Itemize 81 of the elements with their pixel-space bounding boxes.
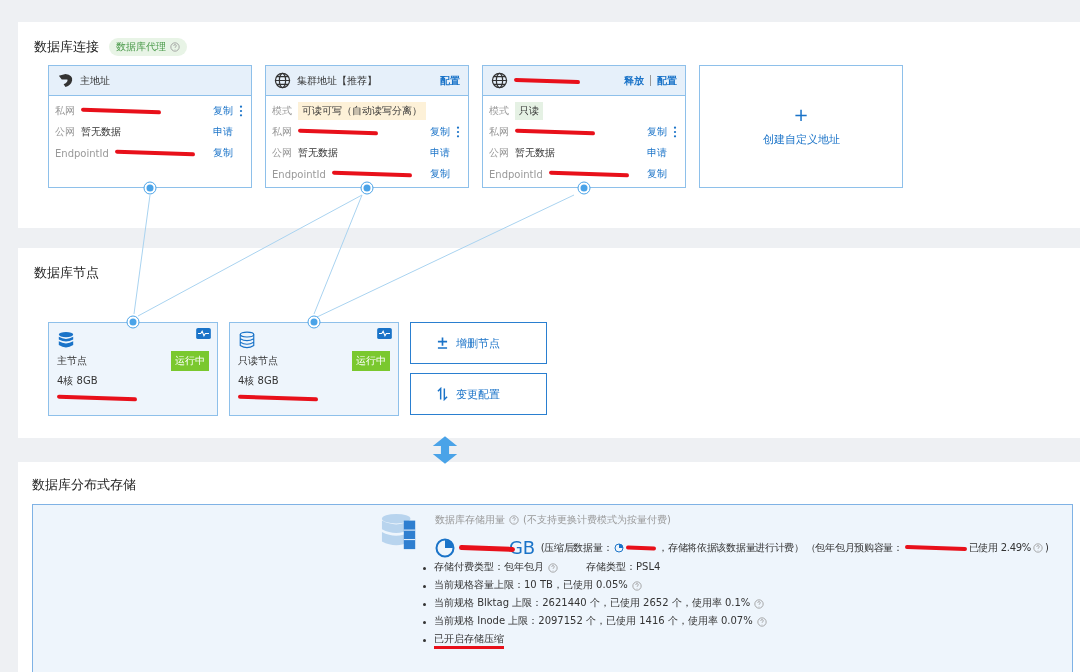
action-link[interactable]: 复制	[647, 125, 667, 139]
help-icon[interactable]	[548, 563, 558, 573]
action-link[interactable]: 申请	[430, 146, 450, 160]
help-icon[interactable]	[754, 599, 765, 609]
field-label: 模式	[489, 104, 509, 118]
header-link[interactable]: 释放	[624, 73, 644, 88]
usage-label: 数据库存储用量	[435, 513, 505, 527]
bird-icon	[57, 72, 74, 89]
redaction-mark	[626, 545, 657, 550]
field-label: 模式	[272, 104, 292, 118]
port-icon	[307, 315, 321, 329]
help-icon[interactable]	[631, 581, 642, 591]
info-item: 已开启存储压缩	[434, 631, 504, 649]
action-link[interactable]: 复制	[213, 104, 233, 118]
field-value: 暂无数据	[81, 125, 121, 139]
field-value: 暂无数据	[515, 146, 555, 160]
help-icon[interactable]	[756, 617, 767, 627]
info-item: 当前规格 Inode 上限：2097152 个，已使用 1416 个，使用率 0.07%	[434, 613, 753, 628]
node-name: 主节点	[57, 354, 87, 368]
status-badge: 运行中	[171, 351, 209, 371]
pie-chart-icon	[614, 542, 625, 553]
field-label: EndpointId	[489, 168, 543, 180]
info-item: 当前规格容量上限：10 TB，已使用 0.05%	[434, 577, 628, 592]
proxy-tag[interactable]: 数据库代理	[109, 38, 187, 56]
action-link[interactable]: 申请	[213, 125, 233, 139]
field-label: 公网	[55, 125, 75, 139]
globe-icon	[491, 72, 508, 89]
pie-chart-icon	[435, 537, 455, 558]
action-link[interactable]: 申请	[647, 146, 667, 160]
info-item: 存储付费类型：包年包月	[434, 559, 544, 574]
field-label: EndpointId	[55, 147, 109, 159]
node-name: 只读节点	[238, 354, 278, 368]
action-link[interactable]: 复制	[430, 125, 450, 139]
closing-paren: )	[1045, 542, 1049, 553]
redaction-mark	[513, 77, 581, 84]
node-action-button[interactable]: 增删节点	[410, 322, 547, 364]
field-label: 公网	[489, 146, 509, 160]
create-address-button[interactable]: + 创建自定义地址	[699, 65, 903, 188]
mode-tag: 只读	[515, 102, 543, 120]
field-label: EndpointId	[272, 168, 326, 180]
section-title: 数据库连接	[34, 38, 99, 56]
globe-icon	[274, 72, 291, 89]
prepaid-label: （包年包月预购容量：	[805, 540, 903, 555]
compressed-label: (压缩后数据量：	[540, 540, 613, 555]
port-icon	[126, 315, 140, 329]
field-label: 私网	[272, 125, 292, 139]
monitor-icon[interactable]	[196, 328, 211, 339]
node-spec: 4核 8GB	[57, 374, 99, 388]
action-link[interactable]: 复制	[430, 167, 450, 181]
header-link[interactable]: 配置	[657, 73, 677, 88]
more-icon[interactable]	[239, 105, 243, 117]
action-link[interactable]: 复制	[647, 167, 667, 181]
help-icon[interactable]	[170, 42, 180, 52]
node-card[interactable]: 主节点 运行中 4核 8GB	[48, 322, 218, 416]
field-label: 私网	[489, 125, 509, 139]
node-action-button[interactable]: 变更配置	[410, 373, 547, 415]
node-spec: 4核 8GB	[238, 374, 280, 388]
more-icon[interactable]	[456, 126, 460, 138]
more-icon[interactable]	[673, 126, 677, 138]
section-title: 数据库分布式存储	[32, 476, 136, 494]
node-card[interactable]: 只读节点 运行中 4核 8GB	[229, 322, 399, 416]
field-label: 公网	[272, 146, 292, 160]
card-title: 主地址	[80, 73, 110, 88]
field-value: 暂无数据	[298, 146, 338, 160]
action-link[interactable]: 复制	[213, 146, 233, 160]
usage-percent: 已使用 2.49%	[968, 540, 1031, 555]
info-item: 存储类型：PSL4	[586, 559, 661, 574]
billing-note: ，存储将依据该数据量进行计费）	[658, 540, 804, 555]
header-link[interactable]: 配置	[440, 73, 460, 88]
usage-note: (不支持更换计费模式为按量付费)	[523, 513, 671, 527]
help-icon[interactable]	[509, 515, 519, 525]
monitor-icon[interactable]	[377, 328, 392, 339]
info-item: 当前规格 Blktag 上限：2621440 个，已使用 2652 个，使用率 0.1%	[434, 595, 751, 610]
section-title: 数据库节点	[34, 264, 99, 282]
vertical-arrow-icon	[432, 435, 458, 465]
mode-tag: 可读可写（自动读写分离）	[298, 102, 426, 120]
field-label: 私网	[55, 104, 75, 118]
card-title: 集群地址【推荐】	[297, 73, 377, 88]
redaction-mark	[904, 544, 967, 551]
help-icon[interactable]	[1033, 542, 1043, 553]
status-badge: 运行中	[352, 351, 390, 371]
